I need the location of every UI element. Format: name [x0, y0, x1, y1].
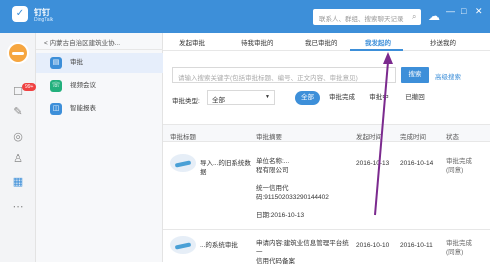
header-title: 审批标题 — [170, 134, 196, 141]
advanced-search-link[interactable]: 高级搜索 — [435, 71, 461, 81]
app-logo-icon: ✓ — [12, 6, 28, 22]
app-subtitle: DingTalk — [34, 17, 54, 23]
maximize-icon[interactable]: □ — [461, 6, 466, 16]
row-title: 导入...的旧系统数据 — [200, 160, 251, 176]
approval-search-input[interactable]: 请输入搜索关键字(包括审批标题、编号、正文内容、审批意见) — [172, 67, 396, 83]
header-finish-time: 完成时间 — [400, 134, 426, 141]
nav-item-video-conference[interactable]: ☏ 视频会议 — [36, 76, 163, 96]
row-finish-time: 2016-10-14 — [400, 160, 434, 167]
nav-item-label: 智能报表 — [70, 105, 96, 112]
summary-line — [256, 202, 352, 211]
close-icon[interactable]: ✕ — [475, 6, 483, 17]
summary-line: 程有限公司 — [256, 167, 289, 174]
approval-type-select[interactable]: 全部 ▼ — [207, 90, 275, 105]
back-chevron-icon[interactable]: < — [44, 40, 48, 47]
nav-item-label: 审批 — [70, 59, 83, 66]
summary-line: 日期:2016-10-13 — [256, 212, 305, 219]
minimize-icon[interactable]: — — [446, 6, 455, 16]
tab-start-approval[interactable]: 发起审批 — [179, 37, 205, 47]
report-icon: ◫ — [50, 103, 62, 115]
filter-all[interactable]: 全部 — [295, 91, 320, 105]
tab-approved-by-me[interactable]: 我已审批的 — [305, 37, 338, 47]
summary-line: 统一信用代 — [256, 185, 289, 192]
nav-item-label: 视频会议 — [70, 82, 96, 89]
summary-line — [256, 175, 352, 184]
contacts-icon[interactable]: ♙ — [11, 152, 25, 166]
row-status: 审批完成 (同意) — [446, 157, 472, 175]
org-name: 内蒙古自治区建筑业协... — [49, 40, 121, 47]
org-nav: < 内蒙古自治区建筑业协... ▤ 审批 ☏ 视频会议 ◫ 智能报表 — [36, 33, 163, 262]
row-divider — [163, 229, 490, 230]
pin-icon[interactable]: ✎ — [11, 105, 25, 119]
summary-line: 单位名称:... — [256, 158, 290, 165]
table-header: 审批标题 审批摘要 发起时间 完成时间 状态 — [163, 124, 490, 142]
select-value: 全部 — [212, 97, 225, 104]
cloud-upload-icon[interactable]: ☁ — [428, 9, 440, 23]
tab-cc-to-me[interactable]: 抄送我的 — [430, 37, 456, 47]
tab-pending-approval[interactable]: 待我审批的 — [241, 37, 274, 47]
status-line: 审批完成 — [446, 240, 472, 247]
search-button[interactable]: 搜索 — [401, 67, 429, 83]
header-start-time: 发起时间 — [356, 134, 382, 141]
status-line: 审批完成 — [446, 158, 472, 165]
org-header[interactable]: < 内蒙古自治区建筑业协... — [36, 33, 163, 50]
row-summary: 单位名称:... 程有限公司 统一信用代 码:91150203329014440… — [256, 157, 352, 220]
tab-started-by-me[interactable]: 我发起的 — [365, 37, 391, 47]
header-status: 状态 — [446, 134, 459, 141]
row-status: 审批完成 (同意) — [446, 239, 472, 257]
workbench-icon[interactable]: ▦ — [11, 175, 25, 189]
filter-completed[interactable]: 审批完成 — [328, 91, 356, 105]
approval-main: 发起审批 待我审批的 我已审批的 我发起的 抄送我的 请输入搜索关键字(包括审批… — [163, 33, 490, 265]
global-search-input[interactable]: 联系人、群组、搜索聊天记录 — [313, 9, 421, 25]
status-line: (同意) — [446, 249, 464, 256]
document-icon — [170, 154, 196, 172]
ding-icon[interactable]: ◎ — [11, 130, 25, 144]
unread-badge: 99+ — [22, 83, 37, 91]
title-bar: ✓ 钉钉 DingTalk 联系人、群组、搜索聊天记录 ⌕ ☁ — □ ✕ — [0, 0, 490, 33]
document-icon — [170, 236, 196, 254]
row-start-time: 2016-10-13 — [356, 160, 390, 167]
status-line: (同意) — [446, 167, 464, 174]
left-rail: ☐ 99+ ✎ ◎ ♙ ▦ ⋯ — [0, 33, 37, 262]
video-conference-icon: ☏ — [50, 80, 62, 92]
more-icon[interactable]: ⋯ — [11, 200, 25, 214]
approval-type-label: 审批类型: — [172, 98, 200, 105]
approval-tabs: 发起审批 待我审批的 我已审批的 我发起的 抄送我的 — [163, 33, 490, 51]
filter-in-progress[interactable]: 审批中 — [365, 91, 393, 105]
approval-icon: ▤ — [50, 57, 62, 69]
summary-line: 申请内容:建筑业信息管理平台统一 — [256, 240, 349, 256]
header-summary: 审批摘要 — [256, 134, 282, 141]
active-tab-indicator — [350, 49, 403, 51]
nav-item-approval[interactable]: ▤ 审批 — [36, 53, 163, 73]
chevron-down-icon: ▼ — [265, 94, 270, 100]
filter-withdrawn[interactable]: 已撤回 — [401, 91, 429, 105]
search-icon[interactable]: ⌕ — [412, 12, 416, 22]
row-start-time: 2016-10-10 — [356, 242, 390, 249]
avatar[interactable] — [7, 42, 29, 64]
row-title: ...的系统审批 — [200, 242, 238, 249]
row-finish-time: 2016-10-11 — [400, 242, 433, 249]
summary-line: 码:911502033290144402 — [256, 194, 329, 201]
nav-item-report[interactable]: ◫ 智能报表 — [36, 99, 163, 119]
